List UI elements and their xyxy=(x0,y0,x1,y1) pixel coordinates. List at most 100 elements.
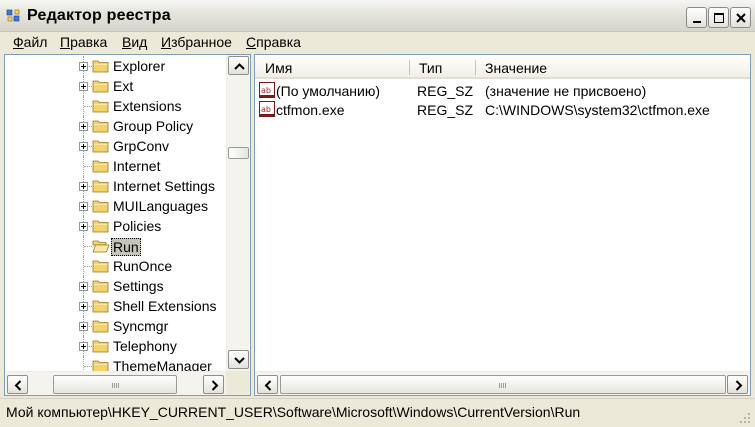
expand-icon[interactable] xyxy=(79,302,88,311)
tree-item[interactable]: Internet xyxy=(5,156,225,176)
column-header-value[interactable]: Значение xyxy=(485,60,547,76)
tree-item[interactable]: Extensions xyxy=(5,96,225,116)
list-hscroll-thumb[interactable] xyxy=(280,375,726,394)
tree-item[interactable]: Run xyxy=(5,236,225,256)
value-row[interactable]: ab ctfmon.exe REG_SZ C:\WINDOWS\system32… xyxy=(255,100,750,119)
minimize-icon xyxy=(693,21,701,23)
tree-vertical-scrollbar[interactable] xyxy=(226,55,250,371)
tree-item-label: Settings xyxy=(113,278,164,294)
folder-icon xyxy=(92,100,109,113)
list-header: Имя Тип Значение xyxy=(255,55,750,79)
tree-item[interactable]: Settings xyxy=(5,276,225,296)
folder-icon xyxy=(92,180,109,193)
tree-scroll-down-button[interactable] xyxy=(228,350,249,369)
tree-item[interactable]: Syncmgr xyxy=(5,316,225,336)
tree-item[interactable]: Internet Settings xyxy=(5,176,225,196)
menu-file[interactable]: Файл xyxy=(13,34,47,50)
folder-icon xyxy=(92,320,109,333)
expand-icon[interactable] xyxy=(79,322,88,331)
column-header-name[interactable]: Имя xyxy=(265,60,292,76)
chevron-right-icon xyxy=(211,380,219,391)
title-bar[interactable]: Редактор реестра xyxy=(0,0,755,32)
tree-item[interactable]: GrpConv xyxy=(5,136,225,156)
expand-icon[interactable] xyxy=(79,202,88,211)
tree-item-label: Policies xyxy=(113,218,162,234)
registry-editor-icon xyxy=(6,9,20,22)
tree-item[interactable]: MUILanguages xyxy=(5,196,225,216)
string-value-icon: ab xyxy=(259,101,275,117)
maximize-button[interactable] xyxy=(708,7,729,28)
expand-icon[interactable] xyxy=(79,82,88,91)
value-type: REG_SZ xyxy=(417,102,474,118)
key-tree: Explorer Ext Extensions Group Policy GrpConv… xyxy=(5,55,225,371)
list-scroll-left-button[interactable] xyxy=(257,375,278,394)
tree-item[interactable]: Shell Extensions xyxy=(5,296,225,316)
expand-icon[interactable] xyxy=(79,142,88,151)
tree-item[interactable]: Group Policy xyxy=(5,116,225,136)
tree-scroll-up-button[interactable] xyxy=(228,56,249,75)
string-value-icon: ab xyxy=(259,82,275,98)
value-name: ctfmon.exe xyxy=(276,102,345,118)
expand-icon[interactable] xyxy=(79,182,88,191)
tree-item[interactable]: Explorer xyxy=(5,56,225,76)
tree-horizontal-scrollbar[interactable] xyxy=(5,371,226,395)
tree-item[interactable]: ThemeManager xyxy=(5,356,225,371)
folder-icon xyxy=(92,120,109,133)
chevron-down-icon xyxy=(234,357,245,364)
folder-icon xyxy=(92,340,109,353)
window-title: Редактор реестра xyxy=(27,7,171,24)
column-header-type[interactable]: Тип xyxy=(419,60,442,76)
value-type: REG_SZ xyxy=(417,83,474,99)
status-path: Мой компьютер\HKEY_CURRENT_USER\Software… xyxy=(6,404,581,420)
value-name: (По умолчанию) xyxy=(276,83,381,99)
folder-icon xyxy=(92,300,109,313)
tree-hscroll-thumb[interactable] xyxy=(53,375,177,394)
tree-item-label: Ext xyxy=(113,78,134,94)
menu-help[interactable]: Справка xyxy=(246,34,301,50)
tree-scroll-corner xyxy=(226,371,250,395)
folder-icon xyxy=(92,60,109,73)
folder-icon xyxy=(92,80,109,93)
values-list-panel: Имя Тип Значение ab (По умолчанию) REG_S… xyxy=(254,54,751,396)
resize-grip-icon[interactable] xyxy=(738,411,752,425)
tree-item-label: Syncmgr xyxy=(113,318,169,334)
folder-icon xyxy=(92,360,109,371)
tree-item[interactable]: Telephony xyxy=(5,336,225,356)
tree-item-label: RunOnce xyxy=(113,258,173,274)
tree-item-label: MUILanguages xyxy=(113,198,208,214)
tree-item-label: Internet Settings xyxy=(113,178,215,194)
menu-view[interactable]: Вид xyxy=(122,34,147,50)
svg-text:ab: ab xyxy=(261,105,271,114)
expand-icon[interactable] xyxy=(79,122,88,131)
folder-icon xyxy=(92,220,109,233)
folder-icon xyxy=(92,140,109,153)
value-data: (значение не присвоено) xyxy=(485,83,647,99)
expand-icon[interactable] xyxy=(79,222,88,231)
value-row[interactable]: ab (По умолчанию) REG_SZ (значение не пр… xyxy=(255,81,750,100)
close-button[interactable] xyxy=(730,7,751,28)
tree-item-label: Telephony xyxy=(113,338,177,354)
minimize-button[interactable] xyxy=(686,7,707,28)
list-horizontal-scrollbar[interactable] xyxy=(255,371,750,395)
tree-item[interactable]: Ext xyxy=(5,76,225,96)
tree-item[interactable]: Policies xyxy=(5,216,225,236)
key-tree-panel: Explorer Ext Extensions Group Policy GrpConv… xyxy=(4,54,251,396)
tree-scroll-right-button[interactable] xyxy=(203,375,224,394)
tree-item[interactable]: RunOnce xyxy=(5,256,225,276)
maximize-icon xyxy=(714,13,724,23)
list-scroll-right-button[interactable] xyxy=(727,375,748,394)
value-data: C:\WINDOWS\system32\ctfmon.exe xyxy=(485,102,710,118)
expand-icon[interactable] xyxy=(79,342,88,351)
chevron-up-icon xyxy=(234,63,245,70)
menu-edit[interactable]: Правка xyxy=(60,34,107,50)
tree-item-label: Group Policy xyxy=(113,118,194,134)
tree-scroll-thumb[interactable] xyxy=(228,147,249,159)
svg-text:ab: ab xyxy=(261,86,271,95)
expand-icon[interactable] xyxy=(79,282,88,291)
tree-item-label: Extensions xyxy=(113,98,182,114)
menu-favorites[interactable]: Избранное xyxy=(161,34,232,50)
tree-scroll-left-button[interactable] xyxy=(7,375,28,394)
close-icon xyxy=(736,13,746,23)
expand-icon[interactable] xyxy=(79,62,88,71)
tree-item-label: Run xyxy=(111,238,141,256)
